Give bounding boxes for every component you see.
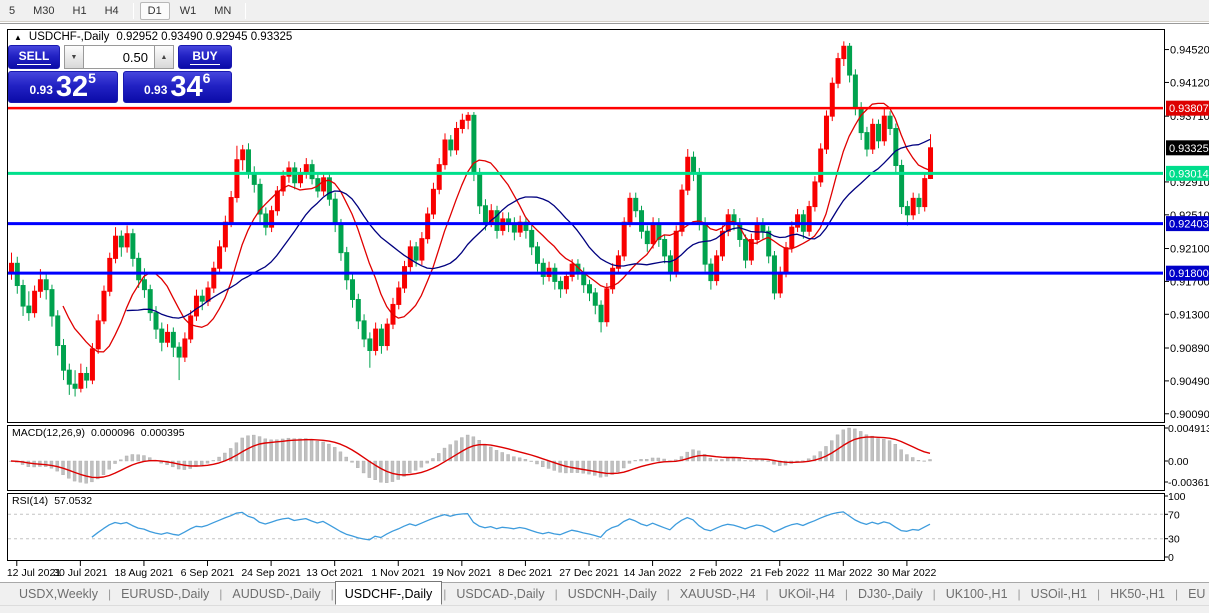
- svg-text:0.93014: 0.93014: [1169, 168, 1209, 180]
- svg-text:0.93325: 0.93325: [1169, 143, 1209, 155]
- chart-tab-usoil-h1[interactable]: USOil-,H1: [1022, 584, 1096, 604]
- chart-tab-ukoil-h4[interactable]: UKOil-,H4: [770, 584, 844, 604]
- svg-text:0.93807: 0.93807: [1169, 103, 1209, 115]
- chart-tab-eurusd-daily[interactable]: EURUSD-,Daily: [112, 584, 218, 604]
- svg-text:30 Jul 2021: 30 Jul 2021: [53, 567, 107, 579]
- svg-text:30 Mar 2022: 30 Mar 2022: [877, 567, 936, 579]
- macd-value-1: 0.000096: [90, 427, 135, 439]
- svg-text:2 Feb 2022: 2 Feb 2022: [690, 567, 743, 579]
- macd-indicator-label: MACD(12,26,9) 0.000096 0.000395: [12, 427, 185, 439]
- svg-text:0.94520: 0.94520: [1170, 45, 1209, 57]
- svg-text:0.90890: 0.90890: [1170, 343, 1209, 355]
- buy-price-display[interactable]: 0.93 34 6: [122, 70, 232, 103]
- svg-text:0.90490: 0.90490: [1170, 376, 1209, 388]
- svg-text:70: 70: [1168, 509, 1180, 521]
- svg-text:0.90090: 0.90090: [1170, 409, 1209, 421]
- bottom-strip: [0, 605, 1209, 613]
- svg-text:21 Feb 2022: 21 Feb 2022: [750, 567, 809, 579]
- svg-text:100: 100: [1168, 491, 1186, 503]
- indicator-axes: 0.004913 0.00 -0.003614 100 70 30 0: [1164, 423, 1209, 564]
- timeframe-button-h4[interactable]: H4: [97, 2, 127, 20]
- chart-tab-hk50-h1[interactable]: HK50-,H1: [1101, 584, 1174, 604]
- svg-text:0.00: 0.00: [1168, 456, 1189, 468]
- svg-text:0.91300: 0.91300: [1170, 309, 1209, 321]
- collapse-arrow-icon[interactable]: ▲: [14, 33, 22, 42]
- timeframe-toolbar: 5 M30 H1 H4 D1 W1 MN: [0, 0, 1209, 22]
- svg-text:1 Nov 2021: 1 Nov 2021: [371, 567, 425, 579]
- sell-price-display[interactable]: 0.93 32 5: [8, 70, 118, 103]
- svg-text:-0.003614: -0.003614: [1168, 477, 1209, 489]
- chart-title: ▲ USDCHF-,Daily 0.92952 0.93490 0.92945 …: [14, 31, 292, 43]
- svg-text:30: 30: [1168, 534, 1180, 546]
- chart-canvas[interactable]: 0.945200.941200.937100.929100.925100.921…: [0, 24, 1209, 583]
- rsi-name: RSI(14): [12, 495, 49, 507]
- timeframe-button-mn[interactable]: MN: [206, 2, 239, 20]
- svg-text:24 Sep 2021: 24 Sep 2021: [241, 567, 301, 579]
- volume-decrease-button[interactable]: ▼: [64, 45, 84, 69]
- svg-text:14 Jan 2022: 14 Jan 2022: [624, 567, 682, 579]
- svg-text:18 Aug 2021: 18 Aug 2021: [114, 567, 173, 579]
- buy-price-pip: 6: [202, 70, 211, 86]
- chart-tab-usdx-weekly[interactable]: USDX,Weekly: [10, 584, 107, 604]
- chart-tab-usdcad-daily[interactable]: USDCAD-,Daily: [447, 584, 553, 604]
- svg-text:0.92403: 0.92403: [1169, 219, 1209, 231]
- chart-tab-uk100-h1[interactable]: UK100-,H1: [937, 584, 1017, 604]
- chart-symbol-label: USDCHF-,Daily: [28, 31, 110, 43]
- volume-increase-button[interactable]: ▲: [154, 45, 174, 69]
- chart-tab-dj30-daily[interactable]: DJ30-,Daily: [849, 584, 932, 604]
- svg-text:6 Sep 2021: 6 Sep 2021: [181, 567, 235, 579]
- chart-tab-usdchf-daily[interactable]: USDCHF-,Daily: [334, 580, 443, 605]
- svg-text:8 Dec 2021: 8 Dec 2021: [499, 567, 553, 579]
- buy-button[interactable]: BUY: [178, 45, 232, 69]
- chart-tab-usdcnh-daily[interactable]: USDCNH-,Daily: [559, 584, 666, 604]
- svg-text:0.004913: 0.004913: [1168, 423, 1209, 435]
- rsi-value: 57.0532: [54, 495, 93, 507]
- toolbar-separator: [245, 2, 247, 19]
- date-axis[interactable]: 12 Jul 202130 Jul 2021 18 Aug 2021 6 Sep 2…: [7, 561, 937, 579]
- sell-price-pip: 5: [88, 70, 96, 86]
- rsi-indicator-label: RSI(14) 57.0532: [12, 495, 92, 507]
- timeframe-button-d1[interactable]: D1: [139, 1, 170, 20]
- buy-price-big: 34: [170, 71, 203, 103]
- macd-name: MACD(12,26,9): [12, 427, 85, 439]
- chart-tab-eu[interactable]: EU: [1179, 584, 1209, 604]
- chart-tab-bar: USDX,Weekly | EURUSD-,Daily | AUDUSD-,Daily |…: [0, 580, 1209, 605]
- svg-text:13 Oct 2021: 13 Oct 2021: [306, 567, 363, 579]
- svg-text:27 Dec 2021: 27 Dec 2021: [559, 567, 619, 579]
- buy-price-base: 0.93: [144, 83, 168, 97]
- timeframe-button-5[interactable]: 5: [1, 2, 23, 20]
- sell-price-base: 0.93: [29, 83, 53, 97]
- svg-text:0.91800: 0.91800: [1169, 268, 1209, 280]
- timeframe-button-m30[interactable]: M30: [25, 2, 62, 20]
- sell-button[interactable]: SELL: [8, 45, 60, 69]
- svg-text:19 Nov 2021: 19 Nov 2021: [432, 567, 492, 579]
- chart-tab-xauusd-h4[interactable]: XAUUSD-,H4: [671, 584, 765, 604]
- timeframe-button-h1[interactable]: H1: [65, 2, 95, 20]
- svg-text:0.94120: 0.94120: [1170, 77, 1209, 89]
- toolbar-separator: [132, 2, 134, 19]
- sell-button-label: SELL: [16, 49, 52, 65]
- volume-value: 0.50: [122, 49, 148, 65]
- buy-button-label: BUY: [190, 49, 220, 65]
- chart-ohlc-values: 0.92952 0.93490 0.92945 0.93325: [116, 31, 293, 43]
- arrow-down-icon: ▼: [70, 53, 78, 61]
- arrow-up-icon: ▲: [160, 53, 168, 61]
- svg-text:0.92100: 0.92100: [1170, 244, 1209, 256]
- one-click-trading-panel: SELL ▼ 0.50 ▲ BUY 0.93 32 5 0.93 34 6: [8, 45, 232, 103]
- volume-stepper: ▼ 0.50 ▲: [64, 45, 174, 69]
- trading-platform-window: 5 M30 H1 H4 D1 W1 MN 0.94520 0.94120 0.93710 0.92…: [0, 0, 1209, 613]
- price-axis[interactable]: 0.945200.941200.937100.929100.925100.921…: [1164, 45, 1209, 421]
- volume-input[interactable]: 0.50: [84, 45, 154, 69]
- sell-price-big: 32: [55, 71, 89, 103]
- timeframe-button-w1[interactable]: W1: [172, 2, 205, 20]
- svg-text:0: 0: [1168, 552, 1174, 564]
- svg-text:11 Mar 2022: 11 Mar 2022: [814, 567, 872, 579]
- chart-tab-audusd-daily[interactable]: AUDUSD-,Daily: [223, 584, 329, 604]
- macd-value-2: 0.000395: [140, 427, 185, 439]
- chart-window: 0.94520 0.94120 0.93710 0.92910 0.92510 0.921…: [0, 23, 1209, 582]
